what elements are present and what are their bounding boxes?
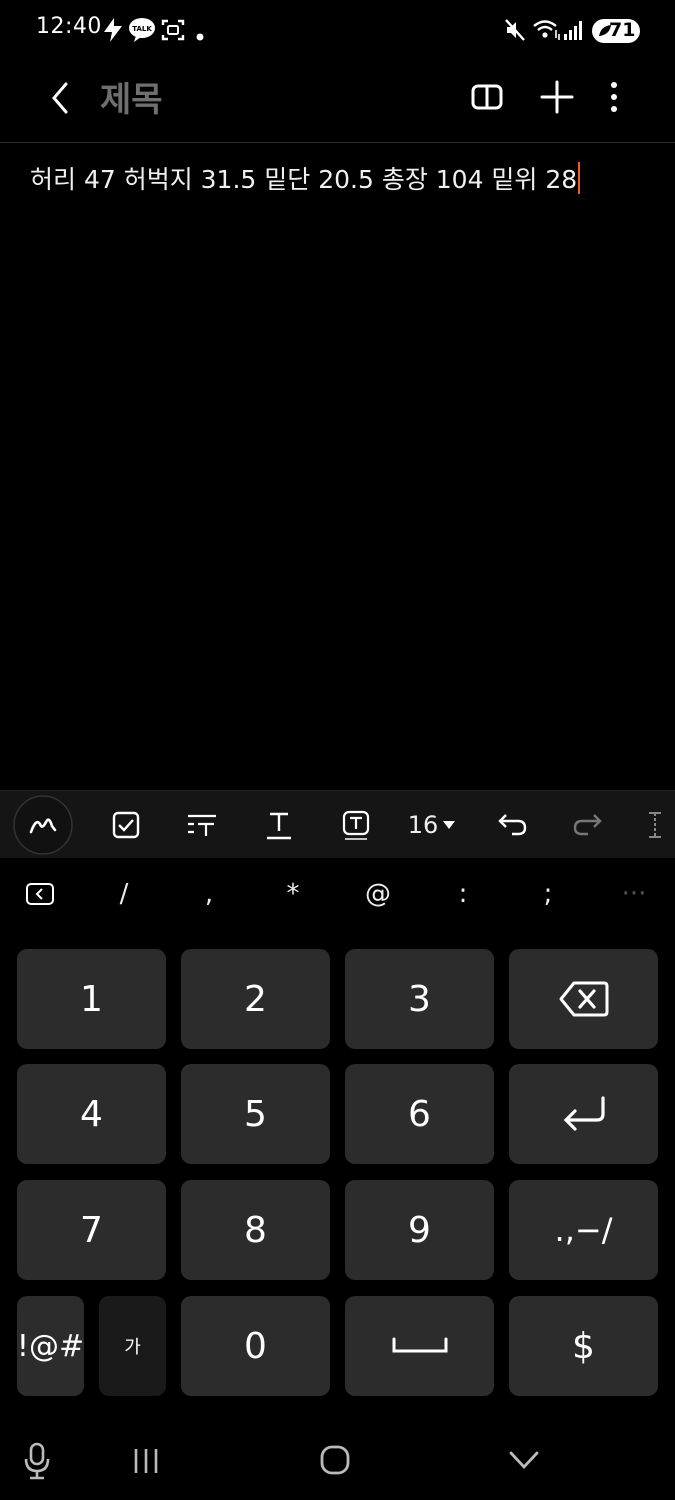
font-size-dropdown[interactable]: 16 — [404, 791, 460, 859]
key-9[interactable]: 9 — [345, 1180, 494, 1280]
handwriting-icon — [13, 795, 73, 855]
symbol-key-asterisk[interactable]: * — [263, 858, 323, 930]
more-vertical-icon[interactable] — [600, 78, 628, 120]
chevron-left-icon — [52, 82, 68, 114]
symbol-key-colon[interactable]: : — [433, 858, 493, 930]
undo-icon — [498, 814, 527, 836]
toolbar-more-button[interactable] — [640, 791, 670, 859]
book-icon[interactable] — [468, 78, 506, 120]
symbol-key-semicolon[interactable]: ; — [518, 858, 578, 930]
screenshot-icon — [160, 16, 186, 48]
numeric-keyboard: 1 2 3 4 5 6 7 8 9 .,−/ !@# 가 0 $ — [0, 930, 675, 1410]
flash-icon — [100, 16, 126, 48]
key-0[interactable]: 0 — [181, 1296, 330, 1396]
hide-keyboard-icon[interactable] — [506, 1445, 542, 1479]
status-bar: 12:40 TALK 71 — [0, 0, 675, 60]
symbol-key-slash[interactable]: / — [94, 858, 154, 930]
checkbox-icon — [112, 811, 140, 839]
dot-icon — [196, 26, 204, 45]
mute-icon — [503, 16, 527, 48]
enter-key[interactable] — [509, 1064, 658, 1164]
key-1[interactable]: 1 — [17, 949, 166, 1049]
redo-button[interactable] — [566, 791, 610, 859]
key-3[interactable]: 3 — [345, 949, 494, 1049]
undo-button[interactable] — [490, 791, 534, 859]
underline-text-button[interactable] — [257, 791, 301, 859]
checkbox-button[interactable] — [104, 791, 148, 859]
back-button[interactable] — [40, 76, 80, 120]
enter-icon — [563, 1096, 605, 1131]
kakaotalk-icon: TALK — [128, 16, 156, 48]
space-key[interactable] — [345, 1296, 494, 1396]
symbol-more-button[interactable]: ··· — [604, 858, 664, 930]
app-header: 제목 — [0, 60, 675, 143]
note-text: 허리 47 허벅지 31.5 밑단 20.5 총장 104 밑위 28 — [30, 165, 578, 194]
more-icon — [649, 812, 661, 838]
caret-down-icon — [443, 821, 456, 829]
svg-text:TALK: TALK — [132, 25, 152, 33]
wifi-icon — [532, 16, 562, 48]
mic-icon[interactable] — [22, 1441, 52, 1485]
backspace-key[interactable] — [509, 949, 658, 1049]
text-box-icon — [342, 810, 370, 840]
font-size-value: 16 — [407, 811, 439, 839]
chevron-box-icon — [26, 883, 54, 905]
key-7[interactable]: 7 — [17, 1180, 166, 1280]
recents-icon[interactable] — [130, 1445, 162, 1481]
battery-level: 71 — [609, 19, 636, 41]
key-8[interactable]: 8 — [181, 1180, 330, 1280]
key-4[interactable]: 4 — [17, 1064, 166, 1164]
note-body[interactable]: 허리 47 허벅지 31.5 밑단 20.5 총장 104 밑위 28 — [30, 160, 581, 196]
symbol-key-at[interactable]: @ — [348, 858, 408, 930]
symbols-key[interactable]: !@# — [17, 1296, 84, 1396]
symbol-key-comma[interactable]: , — [179, 858, 239, 930]
korean-key[interactable]: 가 — [99, 1296, 166, 1396]
key-2[interactable]: 2 — [181, 949, 330, 1049]
handwriting-button[interactable] — [12, 791, 74, 859]
editor-toolbar: 16 — [0, 790, 675, 859]
keyboard-toggle-button[interactable] — [10, 858, 70, 930]
signal-icon — [563, 16, 585, 48]
space-icon — [392, 1337, 447, 1353]
symbol-row: / , * @ : ; ··· — [0, 858, 675, 930]
navigation-bar — [0, 1415, 675, 1500]
battery-icon: 71 — [591, 18, 643, 48]
key-6[interactable]: 6 — [345, 1064, 494, 1164]
home-icon[interactable] — [318, 1443, 352, 1481]
text-box-button[interactable] — [334, 791, 378, 859]
text-style-icon — [188, 814, 216, 836]
plus-icon[interactable] — [538, 78, 576, 120]
key-5[interactable]: 5 — [181, 1064, 330, 1164]
note-title[interactable]: 제목 — [100, 72, 163, 121]
text-cursor — [578, 162, 581, 194]
text-style-button[interactable] — [180, 791, 224, 859]
clock: 12:40 — [36, 14, 102, 39]
backspace-icon — [559, 981, 608, 1017]
punctuation-key[interactable]: .,−/ — [509, 1180, 658, 1280]
underline-text-icon — [267, 812, 291, 840]
redo-icon — [573, 814, 602, 836]
currency-key[interactable]: $ — [509, 1296, 658, 1396]
